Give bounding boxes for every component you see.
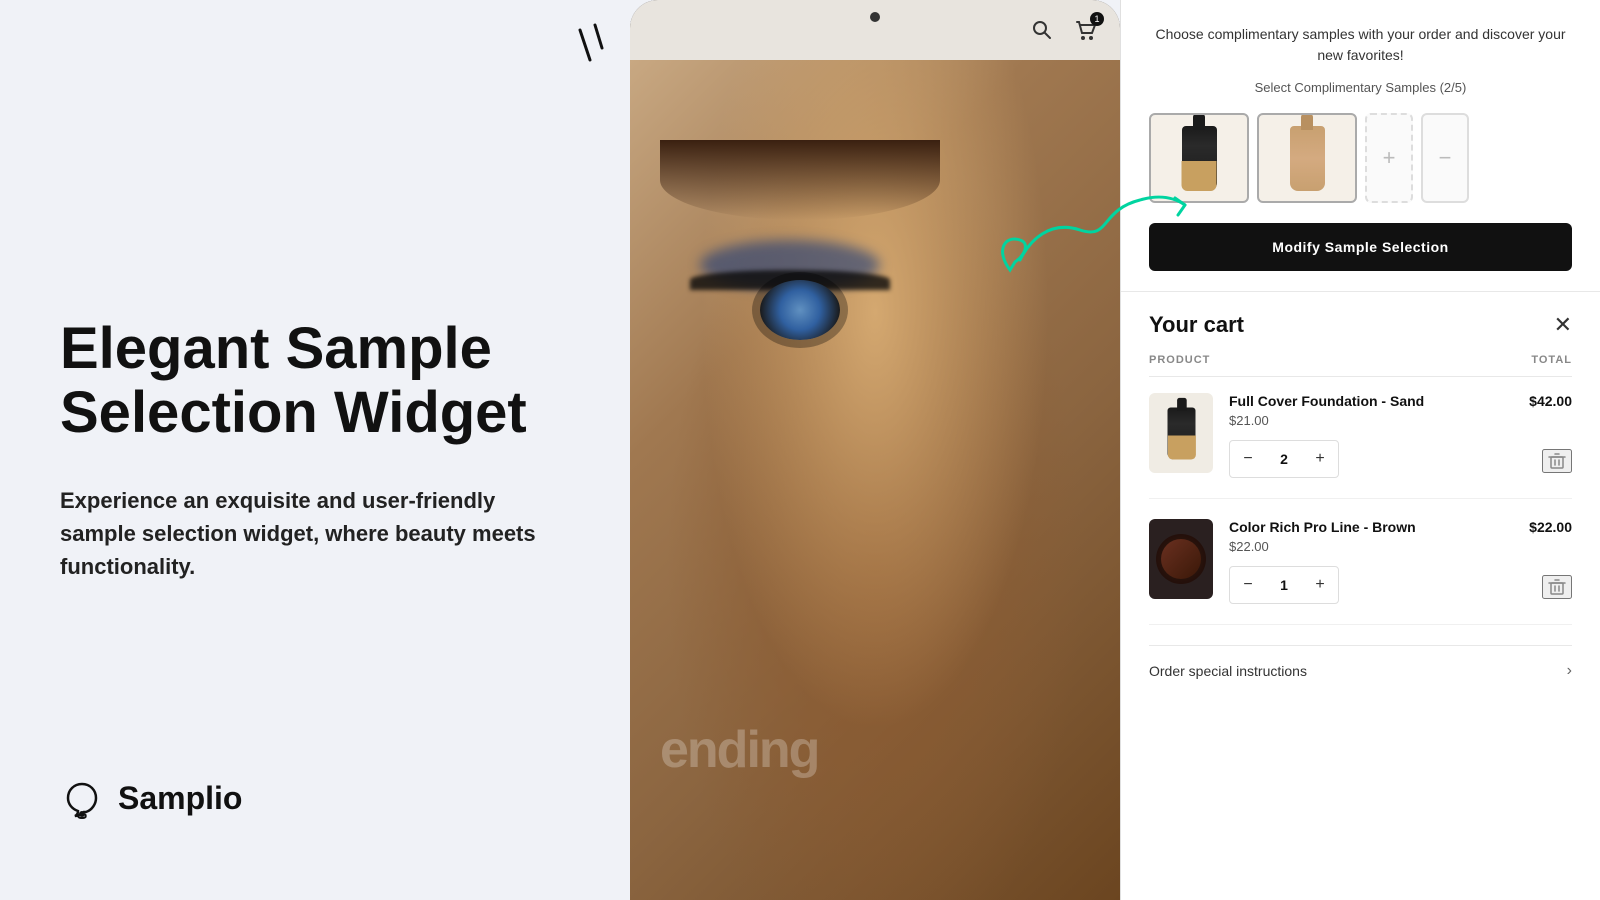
sample-item-1[interactable] (1149, 113, 1249, 203)
total-column-header: TOTAL (1531, 354, 1572, 366)
minus-icon: − (1439, 145, 1452, 171)
cart-item-2-image (1149, 519, 1213, 599)
foundation-tan-bottle (1290, 126, 1325, 191)
sample-add-slot[interactable]: + (1365, 113, 1413, 203)
cart-item-2-total: $22.00 (1529, 519, 1572, 535)
logo-text: Samplio (118, 780, 242, 817)
cart-item-2-qty-control: − 1 + (1229, 566, 1339, 604)
cart-item-1-product-image (1167, 407, 1195, 459)
cart-item-1-unit-price: $21.00 (1229, 413, 1513, 428)
hero-description: Experience an exquisite and user-friendl… (60, 484, 540, 583)
left-panel: Elegant Sample Selection Widget Experien… (60, 0, 620, 900)
face-image: ending (630, 60, 1120, 900)
sample-widget: Choose complimentary samples with your o… (1121, 0, 1600, 292)
sample-item-2[interactable] (1257, 113, 1357, 203)
cart-item-1-delete-button[interactable] (1542, 449, 1572, 473)
order-instructions-label: Order special instructions (1149, 663, 1307, 679)
cart-badge: 1 (1090, 12, 1104, 26)
tablet-camera (870, 12, 880, 22)
cart-item-2-details: Color Rich Pro Line - Brown $22.00 − 1 + (1229, 519, 1513, 604)
cart-item-1-qty-value: 2 (1266, 451, 1302, 467)
cart-table-header: PRODUCT TOTAL (1149, 354, 1572, 377)
device-wrapper: 1 ending (630, 0, 1600, 900)
cart-item: Full Cover Foundation - Sand $21.00 − 2 … (1149, 393, 1572, 499)
foundation-dark-bottle (1182, 126, 1217, 191)
sample-remove-slot[interactable]: − (1421, 113, 1469, 203)
cart-item-1-qty-decrease[interactable]: − (1230, 441, 1266, 477)
cart-item-2-qty-value: 1 (1266, 577, 1302, 593)
sample-subtitle: Select Complimentary Samples (2/5) (1149, 80, 1572, 95)
cart-item-1-details: Full Cover Foundation - Sand $21.00 − 2 … (1229, 393, 1513, 478)
tablet-screen: 1 ending (630, 0, 1120, 900)
order-instructions[interactable]: Order special instructions › (1149, 645, 1572, 696)
cart-item-2-qty-increase[interactable]: + (1302, 567, 1338, 603)
cart-title: Your cart (1149, 312, 1244, 338)
samplio-logo-icon (60, 776, 104, 820)
sample-widget-title: Choose complimentary samples with your o… (1149, 24, 1572, 66)
cart-item-1-image (1149, 393, 1213, 473)
cart-item-1-total: $42.00 (1529, 393, 1572, 409)
plus-icon: + (1383, 145, 1396, 171)
cart-item-2-delete-button[interactable] (1542, 575, 1572, 599)
cart-item-1-qty-control: − 2 + (1229, 440, 1339, 478)
cart-item-2-unit-price: $22.00 (1229, 539, 1513, 554)
cart-item-2-name: Color Rich Pro Line - Brown (1229, 519, 1513, 535)
hero-title: Elegant Sample Selection Widget (60, 317, 620, 445)
cart-header: Your cart ✕ (1149, 312, 1572, 338)
tablet-frame: 1 ending (630, 0, 1120, 900)
product-column-header: PRODUCT (1149, 354, 1210, 366)
cart-icon-container[interactable]: 1 (1072, 16, 1100, 44)
tablet-topbar: 1 (630, 0, 1120, 60)
logo-area: Samplio (60, 776, 242, 820)
right-panel: Choose complimentary samples with your o… (1120, 0, 1600, 900)
search-icon[interactable] (1028, 16, 1056, 44)
cart-close-button[interactable]: ✕ (1554, 312, 1572, 338)
cart-item: Color Rich Pro Line - Brown $22.00 − 1 +… (1149, 519, 1572, 625)
sample-items-row: + − (1149, 113, 1572, 203)
trending-text: ending (660, 720, 818, 780)
cart-section: Your cart ✕ PRODUCT TOTAL Full Cover Fou… (1121, 292, 1600, 716)
cart-item-1-name: Full Cover Foundation - Sand (1229, 393, 1513, 409)
cart-item-2-qty-decrease[interactable]: − (1230, 567, 1266, 603)
modify-sample-selection-button[interactable]: Modify Sample Selection (1149, 223, 1572, 271)
chevron-down-icon: › (1567, 662, 1572, 680)
cart-item-1-qty-increase[interactable]: + (1302, 441, 1338, 477)
